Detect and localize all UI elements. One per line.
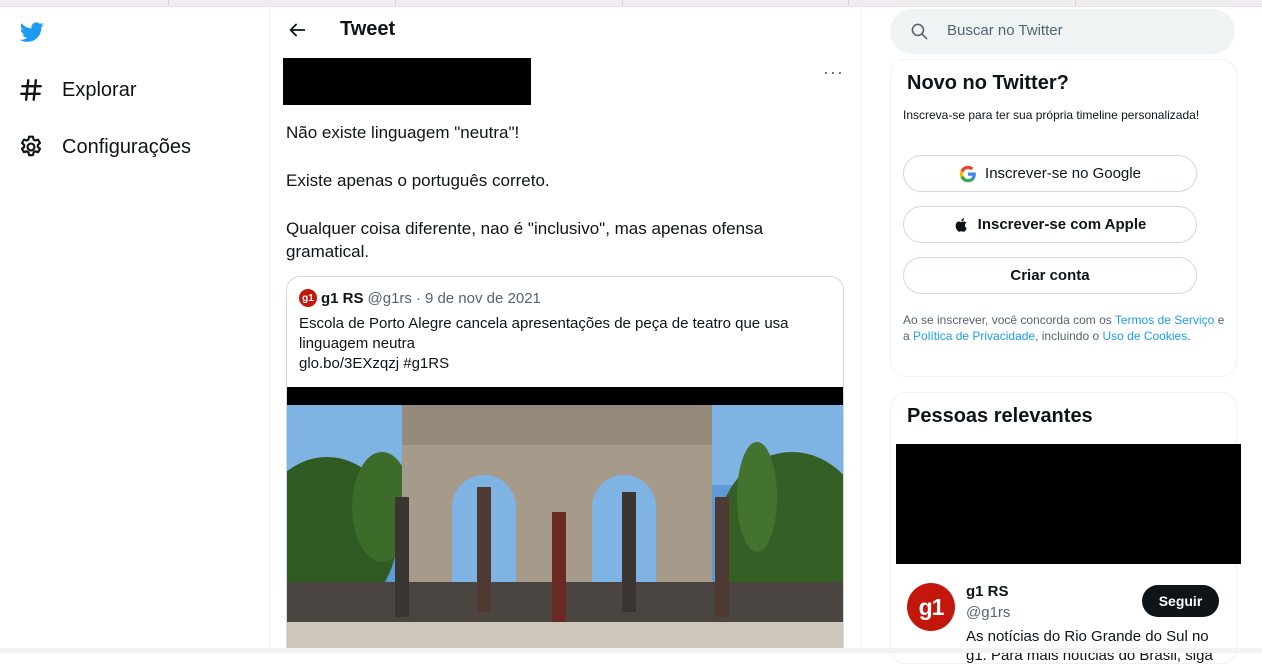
account-name[interactable]: g1 RS — [966, 583, 1009, 600]
quoted-date[interactable]: 9 de nov de 2021 — [425, 290, 541, 307]
apple-signup-button[interactable]: Inscrever-se com Apple — [903, 206, 1197, 243]
quoted-tweet[interactable]: g1 g1 RS @g1rs · 9 de nov de 2021 Escola… — [286, 276, 844, 653]
twitter-logo-icon[interactable] — [18, 20, 46, 44]
relevant-people-title: Pessoas relevantes — [907, 405, 1093, 427]
legal-mid: , incluindo o — [1035, 329, 1103, 343]
nav-item-label: Configurações — [62, 135, 191, 158]
create-account-button[interactable]: Criar conta — [903, 257, 1197, 294]
bottom-edge — [0, 648, 1262, 653]
redacted-author-block — [283, 58, 531, 105]
tweet-header: Tweet — [270, 6, 860, 54]
more-options-button[interactable]: ··· — [823, 62, 844, 83]
redacted-author-block — [896, 444, 1241, 564]
search-input[interactable] — [945, 21, 1219, 40]
follow-button[interactable]: Seguir — [1142, 585, 1219, 617]
signup-title: Novo no Twitter? — [907, 72, 1069, 94]
privacy-link[interactable]: Política de Privacidade — [913, 329, 1035, 343]
tweet-column: Tweet ··· Não existe linguagem "neutra"!… — [270, 6, 860, 653]
quoted-author-handle[interactable]: @g1rs — [368, 290, 412, 307]
quoted-tweet-photo[interactable] — [287, 387, 843, 653]
apple-signup-label: Inscrever-se com Apple — [977, 216, 1147, 233]
signup-card: Novo no Twitter? Inscreva-se para ter su… — [890, 59, 1237, 377]
terms-link[interactable]: Termos de Serviço — [1115, 313, 1214, 327]
page-title: Tweet — [340, 18, 396, 40]
quoted-link[interactable]: glo.bo/3EXzqzj #g1RS — [299, 355, 449, 372]
nav-item-explorar[interactable]: Explorar — [18, 77, 136, 103]
legal-suffix: . — [1187, 329, 1191, 343]
nav-item-configuracoes[interactable]: Configurações — [18, 134, 191, 160]
column-divider — [860, 6, 861, 653]
legal-prefix: Ao se inscrever, você concorda com os — [903, 313, 1115, 327]
account-handle[interactable]: @g1rs — [966, 604, 1010, 621]
left-nav: Explorar Configurações — [0, 6, 269, 653]
account-bio: As notícias do Rio Grande do Sul no — [966, 628, 1209, 645]
quoted-tweet-text: Escola de Porto Alegre cancela apresenta… — [299, 314, 819, 374]
signup-subtitle: Inscreva-se para ter sua própria timelin… — [903, 108, 1200, 122]
g1-avatar: g1 — [299, 289, 317, 307]
tweet-paragraph: Qualquer coisa diferente, nao é "inclusi… — [286, 219, 764, 261]
gear-icon — [20, 135, 42, 157]
google-signup-button[interactable]: Inscrever-se no Google — [903, 155, 1197, 192]
apple-icon — [955, 217, 967, 232]
google-icon — [959, 165, 976, 182]
search-icon — [911, 23, 928, 40]
tweet-paragraph: Existe apenas o português correto. — [286, 171, 550, 190]
separator-dot: · — [415, 289, 421, 307]
google-signup-label: Inscrever-se no Google — [985, 165, 1141, 182]
signup-legal-text: Ao se inscrever, você concorda com os Te… — [903, 312, 1225, 344]
nav-item-label: Explorar — [62, 78, 137, 101]
quoted-tweet-header: g1 g1 RS @g1rs · 9 de nov de 2021 — [299, 289, 541, 307]
search-box[interactable] — [890, 9, 1235, 54]
quoted-author-name[interactable]: g1 RS — [321, 290, 364, 307]
g1-account-avatar[interactable]: g1 — [907, 583, 955, 631]
tweet-paragraph: Não existe linguagem "neutra"! — [286, 123, 520, 142]
back-arrow-icon[interactable] — [286, 19, 308, 41]
tweet-text: Não existe linguagem "neutra"! Existe ap… — [286, 121, 806, 288]
hashtag-icon — [20, 79, 42, 101]
quoted-headline: Escola de Porto Alegre cancela apresenta… — [299, 315, 789, 352]
cookies-link[interactable]: Uso de Cookies — [1102, 329, 1187, 343]
